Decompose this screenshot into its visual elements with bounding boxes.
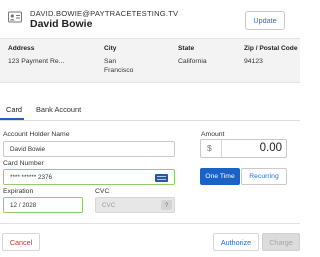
address-summary: Address 123 Payment Re... City San Franc… <box>0 38 300 83</box>
address-column: Address 123 Payment Re... <box>8 45 64 66</box>
card-number-input[interactable]: **** ****** 2376 <box>3 169 175 185</box>
customer-header: DAVID.BOWIE@PAYTRACETESTING.TV David Bow… <box>0 0 300 38</box>
footer-divider <box>0 223 300 224</box>
cvc-placeholder: CVC <box>102 201 116 209</box>
recurring-button[interactable]: Recurring <box>241 168 287 185</box>
state-header: State <box>178 45 195 52</box>
expiration-input[interactable]: 12 / 2028 <box>3 197 83 213</box>
authorize-button[interactable]: Authorize <box>213 233 259 251</box>
city-value-line2: Francisco <box>104 67 134 74</box>
cvc-input[interactable]: CVC ? <box>95 197 175 213</box>
tab-bank-account[interactable]: Bank Account <box>36 105 81 114</box>
account-holder-label: Account Holder Name <box>3 131 70 138</box>
amount-label: Amount <box>201 131 225 138</box>
state-column: State California <box>178 45 207 66</box>
customer-card-icon <box>8 11 22 23</box>
amount-input[interactable]: $ 0.00 <box>200 139 287 158</box>
payment-tabs: Card Bank Account <box>0 101 300 121</box>
customer-email: DAVID.BOWIE@PAYTRACETESTING.TV <box>30 9 179 18</box>
city-header: City <box>104 45 117 52</box>
account-holder-input[interactable]: David Bowie <box>3 141 175 157</box>
one-time-button[interactable]: One Time <box>200 168 240 185</box>
customer-name: David Bowie <box>30 18 93 30</box>
zip-column: Zip / Postal Code 94123 <box>244 45 298 66</box>
amount-divider <box>221 140 222 157</box>
address-header: Address <box>8 45 35 52</box>
expiration-label: Expiration <box>3 188 34 195</box>
zip-header: Zip / Postal Code <box>244 45 298 52</box>
card-number-label: Card Number <box>3 160 44 167</box>
tab-card[interactable]: Card <box>6 105 22 114</box>
cvc-label: CVC <box>95 188 110 195</box>
address-value: 123 Payment Re... <box>8 58 65 65</box>
card-number-value: **** ****** 2376 <box>10 173 53 181</box>
state-value: California <box>178 58 207 65</box>
city-value: San Francisco <box>104 57 133 75</box>
city-column: City San Francisco <box>104 45 133 75</box>
charge-button[interactable]: Charge <box>262 233 300 251</box>
cvc-help-icon[interactable]: ? <box>161 200 172 210</box>
currency-symbol: $ <box>207 143 212 153</box>
zip-value: 94123 <box>244 58 263 65</box>
credit-card-icon <box>155 174 168 182</box>
city-value-line1: San <box>104 58 117 65</box>
amount-value: 0.00 <box>259 142 282 154</box>
active-tab-indicator <box>0 118 24 120</box>
update-button[interactable]: Update <box>245 11 285 30</box>
cancel-button[interactable]: Cancel <box>2 233 40 251</box>
